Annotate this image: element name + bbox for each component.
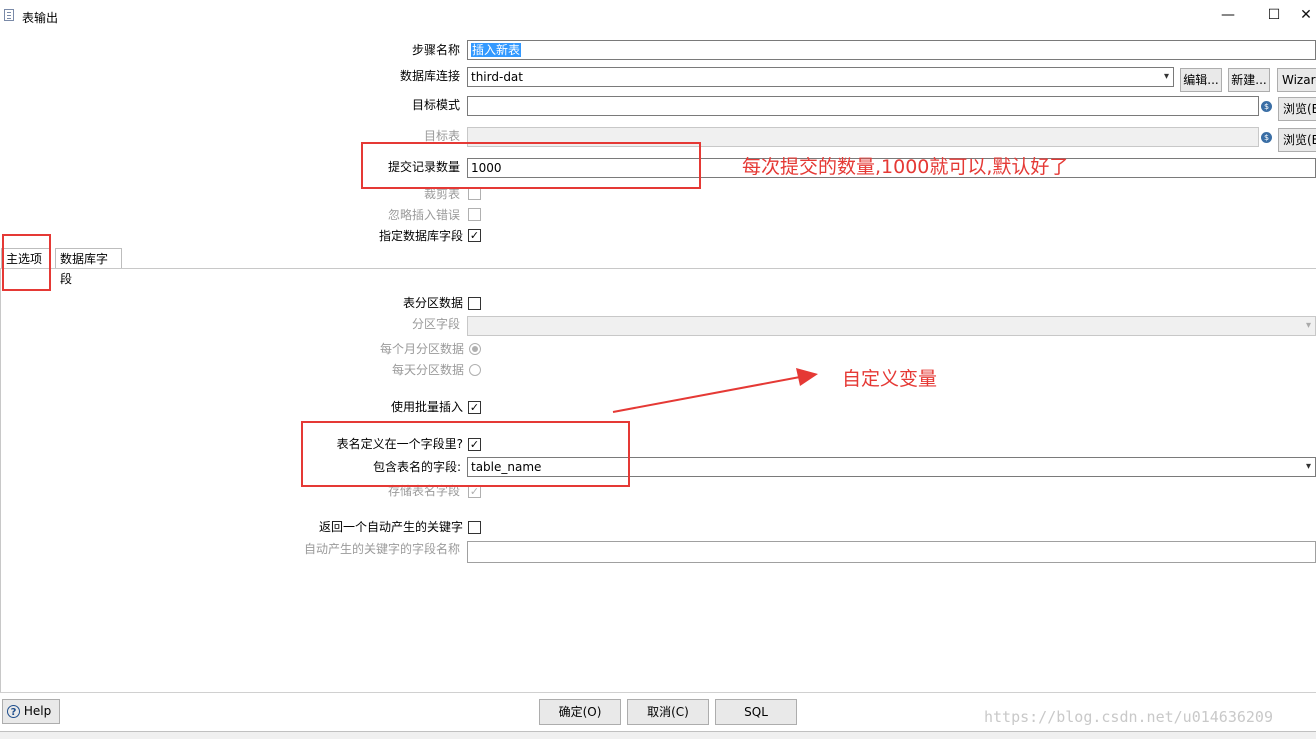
tab-strip-line <box>0 268 1316 269</box>
ok-button[interactable]: 确定(O) <box>539 699 621 725</box>
ignore-errors-checkbox[interactable] <box>468 208 481 221</box>
watermark: https://blog.csdn.net/u014636209 <box>984 708 1273 726</box>
key-field-name-input[interactable] <box>467 541 1316 563</box>
commit-size-annotation: 每次提交的数量,1000就可以,默认好了 <box>742 156 1069 178</box>
annotation-arrow <box>612 368 818 413</box>
browse-table-button[interactable]: 浏览(B)... <box>1278 128 1316 152</box>
app-icon <box>4 9 14 21</box>
maximize-button[interactable]: ☐ <box>1254 4 1294 26</box>
step-name-label: 步骤名称 <box>411 43 460 57</box>
help-button[interactable]: ? Help <box>2 699 60 724</box>
chevron-down-icon: ▾ <box>1163 71 1169 82</box>
edit-connection-button[interactable]: 编辑... <box>1180 68 1222 92</box>
minimize-button[interactable]: — <box>1208 4 1248 26</box>
help-icon: ? <box>7 705 20 718</box>
specify-fields-checkbox[interactable]: ✓ <box>468 229 481 242</box>
daily-partition-label: 每天分区数据 <box>391 363 464 377</box>
window-title: 表输出 <box>22 11 59 25</box>
browse-schema-button[interactable]: 浏览(B)... <box>1278 97 1316 121</box>
title-bar: 表输出 — ☐ ✕ <box>0 0 1316 32</box>
partition-field-label: 分区字段 <box>411 317 460 331</box>
variable-icon: $ <box>1261 132 1272 143</box>
daily-partition-radio[interactable] <box>469 364 481 376</box>
partition-label: 表分区数据 <box>402 296 463 310</box>
variable-icon: $ <box>1261 101 1272 112</box>
tab-db-fields[interactable]: 数据库字段 <box>55 248 122 286</box>
target-schema-input[interactable] <box>467 96 1259 116</box>
db-connection-select[interactable]: third-dat ▾ <box>467 67 1174 87</box>
step-name-input[interactable]: 插入新表 <box>467 40 1316 60</box>
db-connection-label: 数据库连接 <box>399 69 460 83</box>
db-connection-value: third-dat <box>471 70 523 84</box>
main-tab-highlight-box <box>2 234 51 291</box>
return-key-label: 返回一个自动产生的关键字 <box>318 520 463 534</box>
monthly-partition-radio[interactable] <box>469 343 481 355</box>
new-connection-button[interactable]: 新建... <box>1228 68 1270 92</box>
close-button[interactable]: ✕ <box>1296 4 1316 26</box>
wizard-button[interactable]: Wizard <box>1277 68 1316 92</box>
tab-panel-border <box>0 269 1 692</box>
help-label: Help <box>23 704 52 718</box>
batch-insert-checkbox[interactable]: ✓ <box>468 401 481 414</box>
target-schema-label: 目标模式 <box>411 98 460 112</box>
ignore-errors-label: 忽略插入错误 <box>387 208 460 222</box>
return-key-checkbox[interactable] <box>468 521 481 534</box>
partition-checkbox[interactable] <box>468 297 481 310</box>
monthly-partition-label: 每个月分区数据 <box>379 342 464 356</box>
chevron-down-icon: ▾ <box>1305 461 1311 472</box>
cancel-button[interactable]: 取消(C) <box>627 699 709 725</box>
specify-fields-label: 指定数据库字段 <box>378 229 463 243</box>
step-name-value: 插入新表 <box>471 43 522 57</box>
key-field-name-label: 自动产生的关键字的字段名称 <box>303 542 460 556</box>
table-name-field-highlight-box <box>301 421 630 487</box>
sql-button[interactable]: SQL <box>715 699 797 725</box>
batch-insert-label: 使用批量插入 <box>390 400 463 414</box>
chevron-down-icon: ▾ <box>1305 320 1311 331</box>
partition-field-select[interactable]: ▾ <box>467 316 1316 336</box>
footer-divider <box>0 692 1316 693</box>
variable-annotation: 自定义变量 <box>842 368 938 390</box>
commit-size-highlight-box <box>361 142 701 189</box>
